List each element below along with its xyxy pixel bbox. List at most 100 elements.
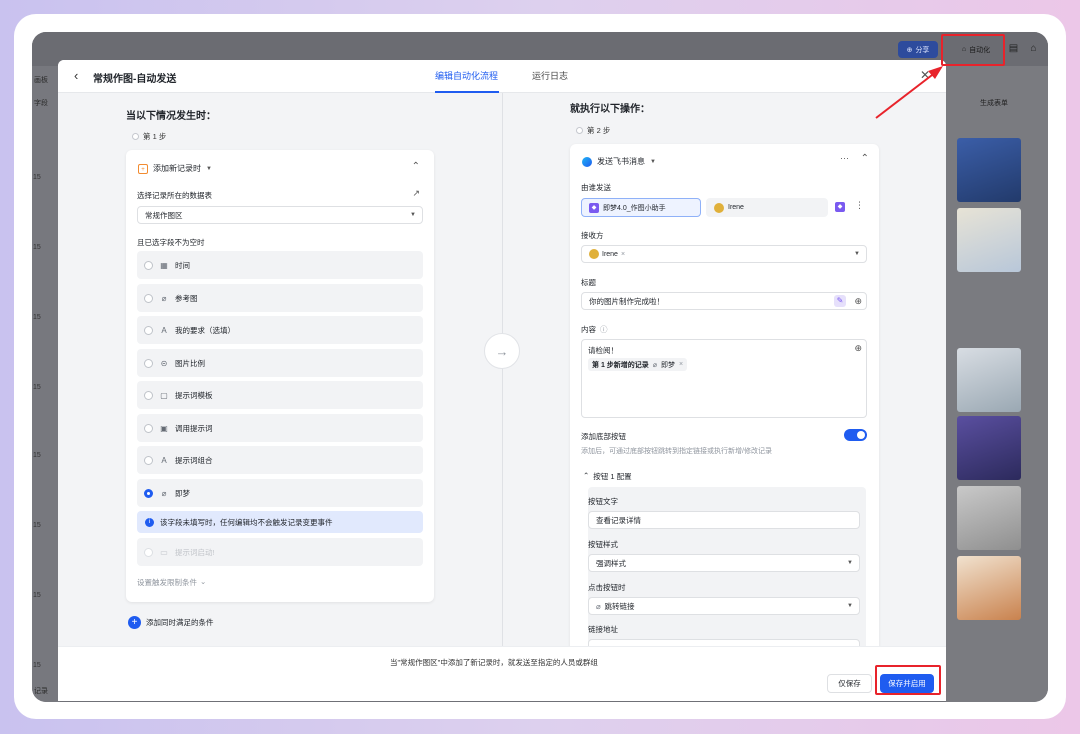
btn-style-label: 按钮样式 <box>588 540 618 549</box>
radio-button[interactable] <box>144 293 153 303</box>
feishu-icon <box>582 156 592 167</box>
sender-bot-chip[interactable]: ◆ 即梦4.0_作图小助手 <box>581 198 701 217</box>
radio-button[interactable] <box>144 390 153 400</box>
caret-down-icon: ▼ <box>410 212 416 218</box>
sender-user-chip[interactable]: Irene <box>706 198 828 217</box>
more-vertical-icon[interactable]: ⋮ <box>855 200 864 211</box>
receiver-select[interactable]: Irene × ▼ <box>581 245 867 263</box>
btn-click-select[interactable]: ⌀ 跳转链接 ▼ <box>588 597 860 615</box>
plus-icon: + <box>128 616 141 629</box>
bot-icon[interactable]: ◆ <box>835 202 845 212</box>
info-icon: ⓘ <box>600 325 608 334</box>
content-label: 内容 ⓘ <box>581 325 608 334</box>
trigger-event-select[interactable]: + 添加新记录时 ▼ <box>138 163 212 174</box>
collapse-icon[interactable]: ⌃ <box>412 161 420 172</box>
more-icon[interactable]: ··· <box>840 153 849 163</box>
radio-button[interactable] <box>144 260 153 270</box>
radio-button[interactable] <box>144 358 153 368</box>
automation-modal: ‹ 常规作图-自动发送 编辑自动化流程 运行日志 ✕ → 当以下情况发生时： 第… <box>58 60 946 701</box>
btn-style-select[interactable]: 强调样式 ▼ <box>588 554 860 572</box>
field-option-call-prompt[interactable]: ▣ 调用提示词 <box>137 414 423 442</box>
back-icon[interactable]: ‹ <box>74 68 78 83</box>
external-link-icon[interactable]: ↗ <box>412 188 420 199</box>
avatar <box>589 249 599 259</box>
avatar <box>714 202 724 213</box>
row-number: 15 <box>33 174 41 181</box>
extension-icon[interactable]: ⌂ <box>1027 42 1040 55</box>
row-number: 15 <box>33 384 41 391</box>
tab-run-log[interactable]: 运行日志 <box>532 69 568 82</box>
add-circle-icon[interactable]: ⊕ <box>854 343 862 354</box>
trigger-step: 第 1 步 <box>132 131 166 142</box>
lookup-icon: ▣ <box>160 423 168 433</box>
tab-edit-flow[interactable]: 编辑自动化流程 <box>435 69 498 82</box>
share-button[interactable]: ⊕ 分享 <box>898 41 938 58</box>
field-option-image-ratio[interactable]: ⊝ 图片比例 <box>137 349 423 377</box>
image-thumbnail[interactable] <box>957 416 1021 480</box>
flow-editor: → 当以下情况发生时： 第 1 步 + 添加新记录时 ▼ ⌃ 选择记录所在的数据… <box>58 93 946 667</box>
field-option-disabled: ▭ 提示词启动! <box>137 538 423 566</box>
field-option-prompt-template[interactable]: ▢ 提示词模板 <box>137 381 423 409</box>
add-condition-button[interactable]: + 添加同时满足的条件 <box>128 616 214 629</box>
table-select[interactable]: 常规作图区 ▼ <box>137 206 423 224</box>
action-card: 发送飞书消息 ▼ ··· ⌃ 由谁发送 ◆ 即梦4.0_作图小助手 Irene … <box>570 144 879 667</box>
image-thumbnail[interactable] <box>957 138 1021 202</box>
modal-title: 常规作图-自动发送 <box>93 74 177 85</box>
radio-button-selected[interactable] <box>144 488 153 498</box>
ai-magic-icon[interactable]: ✎ <box>834 295 846 307</box>
field-option-requirements[interactable]: A 我的要求（选填） <box>137 316 423 344</box>
flow-summary: 当"常规作图区"中添加了新记录时，就发送至指定的人员或群组 <box>390 658 598 667</box>
button-config-panel: 按钮文字 查看记录详情 按钮样式 强调样式 ▼ 点击按钮时 ⌀ 跳转链接 ▼ 链… <box>588 487 866 667</box>
radio-button[interactable] <box>144 325 153 335</box>
title-label: 标题 <box>581 278 596 287</box>
image-thumbnail[interactable] <box>957 486 1021 550</box>
image-thumbnail[interactable] <box>957 348 1021 412</box>
save-only-button[interactable]: 仅保存 <box>827 674 872 693</box>
field-option-jimeng[interactable]: ⌀ 即梦 <box>137 479 423 507</box>
image-thumbnail[interactable] <box>957 208 1021 272</box>
remove-icon[interactable]: × <box>621 251 625 258</box>
radio-button[interactable] <box>144 423 153 433</box>
radio-button <box>144 547 153 557</box>
field-option-time[interactable]: ▦ 时间 <box>137 251 423 279</box>
field-option-reference-image[interactable]: ⌀ 参考图 <box>137 284 423 312</box>
action-type-select[interactable]: 发送飞书消息 ▼ <box>582 156 656 167</box>
bottom-button-label: 添加底部按钮 <box>581 432 626 441</box>
table-label: 选择记录所在的数据表 <box>137 191 212 200</box>
collapse-icon[interactable]: ⌃ <box>861 153 869 164</box>
title-input[interactable]: 你的图片制作完成啦！ ✎ ⊕ <box>581 292 867 310</box>
chevron-up-icon: ⌃ <box>583 471 590 480</box>
trigger-heading: 当以下情况发生时： <box>126 111 216 122</box>
field-option-prompt-combo[interactable]: A 提示词组合 <box>137 446 423 474</box>
attachment-icon: ⌀ <box>161 293 167 303</box>
caret-down-icon: ▼ <box>847 560 853 566</box>
radio-button[interactable] <box>144 455 153 465</box>
template-icon: ▢ <box>160 390 168 400</box>
receiver-label: 接收方 <box>581 231 604 240</box>
sender-label: 由谁发送 <box>581 183 611 192</box>
add-record-icon: + <box>138 163 148 174</box>
field-label: 字段 <box>34 100 48 107</box>
btn-text-label: 按钮文字 <box>588 497 618 506</box>
row-number: 15 <box>33 592 41 599</box>
action-heading: 就执行以下操作： <box>570 104 650 115</box>
image-thumbnail[interactable] <box>957 556 1021 620</box>
caret-down-icon: ▼ <box>650 158 656 165</box>
add-circle-icon[interactable]: ⊕ <box>854 296 862 307</box>
close-icon[interactable]: ✕ <box>920 68 930 82</box>
records-label: 记录 <box>34 688 48 695</box>
form-icon[interactable]: ▤ <box>1007 42 1020 55</box>
link-icon: ⌀ <box>596 601 601 611</box>
trigger-limit-link[interactable]: 设置触发限制条件 ⌄ <box>137 577 206 588</box>
content-editor[interactable]: 请检阅！ ⊕ 第 1 步新增的记录 ⌀ 即梦 × <box>581 339 867 418</box>
row-number: 15 <box>33 244 41 251</box>
caret-down-icon: ▼ <box>854 251 860 257</box>
bottom-button-toggle[interactable] <box>844 429 867 441</box>
step-dot-icon <box>576 127 583 134</box>
button-config-toggle[interactable]: ⌃ 按钮 1 配置 <box>583 471 632 482</box>
remove-icon[interactable]: × <box>679 361 683 368</box>
content-variable-chip[interactable]: 第 1 步新增的记录 ⌀ 即梦 × <box>588 358 688 371</box>
btn-text-input[interactable]: 查看记录详情 <box>588 511 860 529</box>
modal-footer: 当"常规作图区"中添加了新记录时，就发送至指定的人员或群组 仅保存 保存并启用 <box>58 646 946 701</box>
board-label: 画板 <box>34 77 48 84</box>
